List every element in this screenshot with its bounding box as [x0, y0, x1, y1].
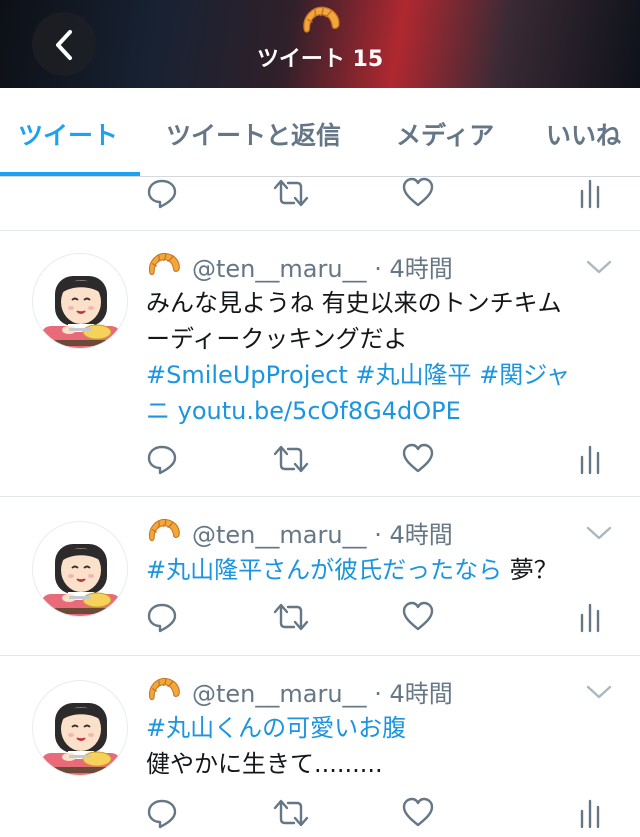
chevron-down-icon[interactable]: [586, 259, 612, 275]
croissant-icon: [146, 515, 182, 549]
hashtag-url-link[interactable]: ニ youtu.be/5cOf8G4dOPE: [146, 397, 461, 425]
meta-separator: ·: [374, 255, 382, 283]
profile-header: ツイート 15: [0, 0, 640, 88]
avatar-image: [33, 254, 128, 349]
tweet-time[interactable]: 4時間: [389, 255, 452, 283]
reply-icon[interactable]: [146, 443, 178, 475]
retweet-icon[interactable]: [272, 797, 310, 829]
profile-tabs: ツイート ツイートと返信 メディア いいね: [0, 88, 640, 177]
tweet-text-line: 健やかに生きて.........: [146, 746, 616, 782]
tweet-actions: [0, 177, 640, 217]
tweet-meta: @ten__maru__ · 4時間: [192, 674, 453, 709]
user-handle[interactable]: @ten__maru__: [192, 680, 367, 708]
tab-tweets-and-replies[interactable]: ツイートと返信: [166, 116, 341, 152]
avatar[interactable]: [32, 680, 128, 776]
tweet-text: みんな見ようね 有史以来のトンチキム ーディークッキングだよ #SmileUpP…: [146, 285, 616, 429]
tab-tweets[interactable]: ツイート: [18, 116, 118, 152]
tweet-text-line: #丸山くんの可愛いお腹: [146, 710, 616, 746]
tweet-meta: @ten__maru__ · 4時間: [192, 249, 453, 284]
user-handle[interactable]: @ten__maru__: [192, 255, 367, 283]
tweet-text-line: ニ youtu.be/5cOf8G4dOPE: [146, 393, 616, 429]
header-title: ツイート 15: [256, 47, 384, 72]
tweet-text-span: 健やかに生きて.........: [146, 750, 383, 778]
tweet-text: #丸山くんの可愛いお腹 健やかに生きて.........: [146, 710, 616, 782]
tweet-text-line: みんな見ようね 有史以来のトンチキム: [146, 285, 616, 321]
like-icon[interactable]: [402, 601, 434, 631]
tweet-text-line: #SmileUpProject #丸山隆平 #関ジャ: [146, 357, 616, 393]
analytics-icon[interactable]: [578, 177, 602, 209]
croissant-icon: [146, 249, 182, 283]
chevron-down-icon[interactable]: [586, 525, 612, 541]
meta-separator: ·: [374, 680, 382, 708]
reply-icon[interactable]: [146, 177, 178, 209]
analytics-icon[interactable]: [578, 443, 602, 475]
like-icon[interactable]: [402, 797, 434, 827]
tweet-text-span: ーディークッキングだよ: [146, 325, 408, 353]
tweet-text-span: みんな見ようね 有史以来のトンチキム: [146, 289, 562, 317]
tweet-meta: @ten__maru__ · 4時間: [192, 515, 453, 550]
retweet-icon[interactable]: [272, 177, 310, 209]
hashtag-link[interactable]: #丸山隆平さんが彼氏だったなら: [146, 556, 502, 584]
tweet-actions: [0, 443, 640, 483]
reply-icon[interactable]: [146, 601, 178, 633]
tweet-text: #丸山隆平さんが彼氏だったなら 夢？: [146, 552, 616, 588]
reply-icon[interactable]: [146, 797, 178, 829]
tweet-actions: [0, 601, 640, 641]
like-icon[interactable]: [402, 177, 434, 207]
retweet-icon[interactable]: [272, 443, 310, 475]
meta-separator: ·: [374, 521, 382, 549]
like-icon[interactable]: [402, 443, 434, 473]
tweet-text-line: ーディークッキングだよ: [146, 321, 616, 357]
avatar-image: [33, 681, 128, 776]
active-tab-indicator: [0, 172, 140, 176]
croissant-icon: [300, 2, 342, 42]
chevron-down-icon[interactable]: [586, 684, 612, 700]
tab-likes[interactable]: いいね: [546, 116, 621, 152]
tweet[interactable]: @ten__maru__ · 4時間 #丸山くんの可愛いお腹 健やかに生きて..…: [0, 656, 640, 837]
tweet-time[interactable]: 4時間: [389, 521, 452, 549]
tweet[interactable]: @ten__maru__ · 4時間 #丸山隆平さんが彼氏だったなら 夢？: [0, 497, 640, 655]
croissant-icon: [146, 674, 182, 708]
hashtag-link[interactable]: #SmileUpProject #丸山隆平 #関ジャ: [146, 361, 570, 389]
user-handle[interactable]: @ten__maru__: [192, 521, 367, 549]
hashtag-link[interactable]: #丸山くんの可愛いお腹: [146, 714, 406, 742]
tweet-time[interactable]: 4時間: [389, 680, 452, 708]
avatar[interactable]: [32, 253, 128, 349]
analytics-icon[interactable]: [578, 797, 602, 829]
tweet-text-line: #丸山隆平さんが彼氏だったなら 夢？: [146, 552, 616, 588]
tweet-actions: [0, 797, 640, 837]
tweet[interactable]: @ten__maru__ · 4時間 みんな見ようね 有史以来のトンチキム ーデ…: [0, 231, 640, 496]
analytics-icon[interactable]: [578, 601, 602, 633]
tweet-text-span: 夢？: [502, 556, 558, 584]
tab-media[interactable]: メディア: [396, 116, 494, 152]
retweet-icon[interactable]: [272, 601, 310, 633]
